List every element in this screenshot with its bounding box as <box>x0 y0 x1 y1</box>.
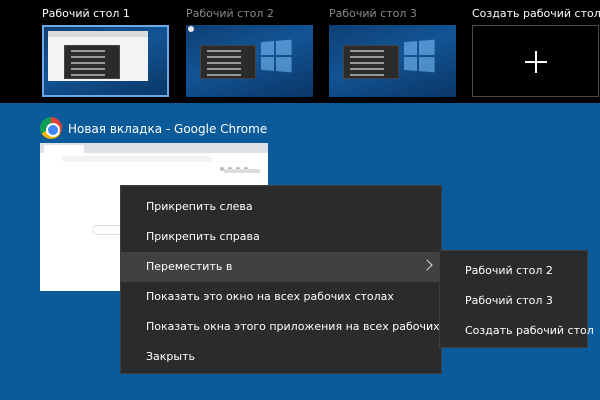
desktop-3-label: Рабочий стол 3 <box>329 7 417 20</box>
menu-item-show-app-windows-all-desktops[interactable]: Показать окна этого приложения на всех р… <box>121 312 483 342</box>
chrome-icon <box>40 117 62 139</box>
chrome-address-bar <box>62 156 212 162</box>
chrome-icon <box>188 26 194 32</box>
menu-item-move-to[interactable]: Переместить в <box>121 252 441 282</box>
menu-item-snap-right[interactable]: Прикрепить справа <box>121 222 441 252</box>
chevron-right-icon <box>421 259 433 271</box>
desktop-1-label: Рабочий стол 1 <box>42 7 130 20</box>
desktop-1-menu-preview <box>64 45 120 79</box>
submenu-item-new-desktop[interactable]: Создать рабочий стол <box>440 316 594 346</box>
menu-item-close[interactable]: Закрыть <box>121 342 441 372</box>
desktop-2-label: Рабочий стол 2 <box>186 7 274 20</box>
window-context-menu: Прикрепить слева Прикрепить справа Перем… <box>120 185 483 374</box>
windows-logo-icon <box>403 39 435 73</box>
create-desktop-button[interactable] <box>472 25 599 97</box>
windows-logo-icon <box>260 39 292 73</box>
window-title: Новая вкладка - Google Chrome <box>68 122 268 136</box>
desktop-2-thumbnail[interactable] <box>186 25 313 97</box>
menu-item-snap-left[interactable]: Прикрепить слева <box>121 192 441 222</box>
chrome-top-links <box>224 169 260 173</box>
chrome-toolbar-icons <box>220 156 258 171</box>
desktop-1-thumbnail[interactable] <box>42 25 169 97</box>
virtual-desktop-strip: Рабочий стол 1 Рабочий стол 2 Рабочий ст… <box>0 0 600 103</box>
desktop-3-thumbnail[interactable] <box>329 25 456 97</box>
move-to-submenu: Рабочий стол 2 Рабочий стол 3 Создать ра… <box>439 250 594 348</box>
desktop-3-menu-preview <box>343 45 399 79</box>
menu-item-show-window-all-desktops[interactable]: Показать это окно на всех рабочих столах <box>121 282 441 312</box>
desktop-2-menu-preview <box>200 45 256 79</box>
chrome-tab-bar <box>40 143 268 153</box>
submenu-item-desktop-2[interactable]: Рабочий стол 2 <box>440 256 587 286</box>
menu-item-move-to-label: Переместить в <box>146 260 233 273</box>
submenu-item-desktop-3[interactable]: Рабочий стол 3 <box>440 286 587 316</box>
create-desktop-label: Создать рабочий стол <box>472 7 600 20</box>
